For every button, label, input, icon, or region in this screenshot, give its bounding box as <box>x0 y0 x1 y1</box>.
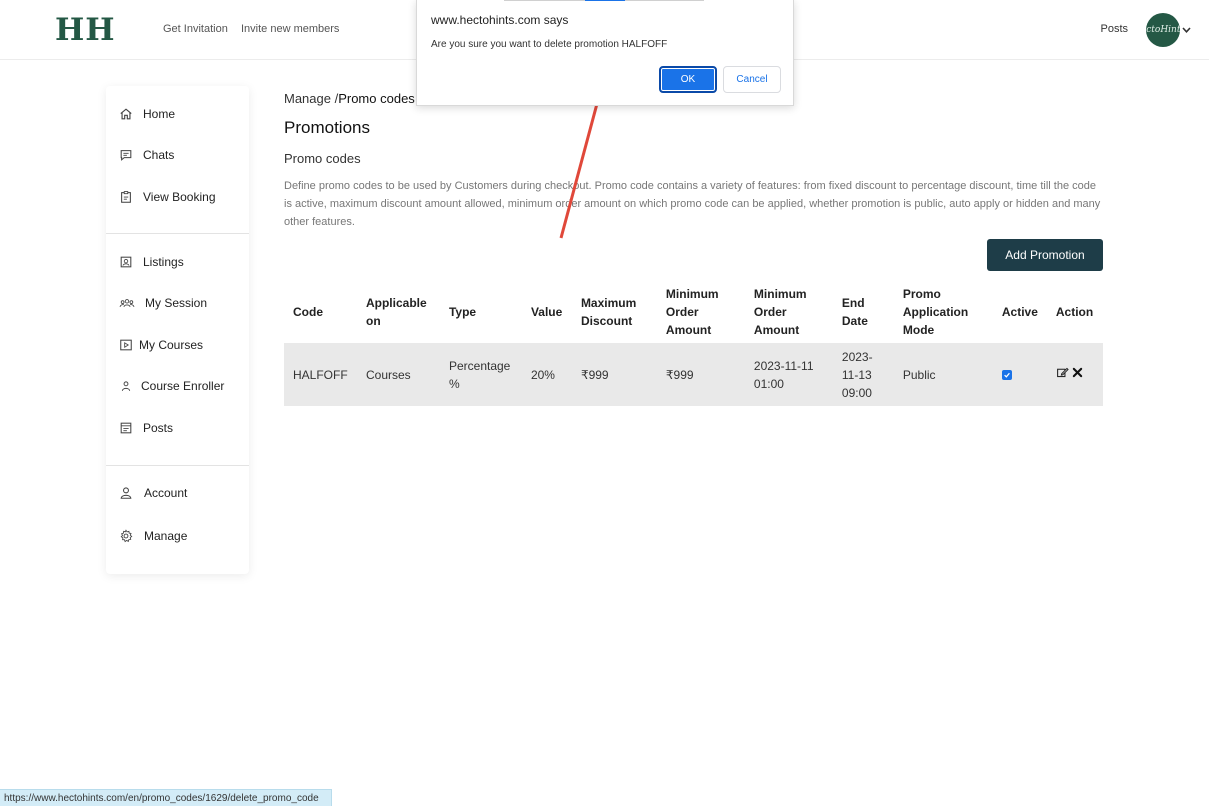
cell-min-order-amount: ₹999 <box>656 343 745 406</box>
table-header-row: Code Applicable on Type Value Maximum Di… <box>284 280 1103 343</box>
sidebar-item-label: My Courses <box>139 338 204 352</box>
delete-icon[interactable] <box>1071 366 1084 379</box>
column-header: Active <box>1001 304 1038 319</box>
column-header: Minimum Order Amount <box>665 286 719 337</box>
page-title: Promotions <box>284 118 370 137</box>
cell-max-discount: ₹999 <box>571 343 657 406</box>
edit-icon[interactable] <box>1056 366 1069 379</box>
breadcrumb-manage[interactable]: Manage / <box>284 91 338 106</box>
sidebar-item-account[interactable]: Account <box>119 483 187 503</box>
column-header: End Date <box>841 295 868 328</box>
sidebar-item-label: My Session <box>145 296 208 310</box>
checkmark-icon <box>1004 372 1010 378</box>
avatar-text: ectoHints <box>1146 25 1180 35</box>
chat-icon <box>119 148 133 162</box>
column-header: Type <box>448 304 477 319</box>
cell-mode: Public <box>893 343 993 406</box>
sidebar-item-manage[interactable]: Manage <box>119 526 187 546</box>
column-header: Value <box>530 304 563 319</box>
sidebar-item-label: Course Enroller <box>141 379 225 393</box>
gear-icon <box>119 529 133 543</box>
column-header: Minimum Order Amount <box>753 286 807 337</box>
sidebar-item-course-enroller[interactable]: Course Enroller <box>119 376 224 396</box>
ok-button[interactable]: OK <box>659 66 717 93</box>
clipboard-icon <box>119 190 133 204</box>
sidebar-divider <box>106 465 249 466</box>
cell-type: Percentage % <box>439 343 522 406</box>
sidebar-item-listings[interactable]: Listings <box>119 252 184 272</box>
cell-active <box>992 343 1047 406</box>
avatar[interactable]: ectoHints <box>1146 13 1180 47</box>
cell-min-order-amount-2: 2023-11-11 01:00 <box>744 343 833 406</box>
page-description: Define promo codes to be used by Custome… <box>284 180 1101 228</box>
confirm-dialog: www.hectohints.com says Are you sure you… <box>416 0 794 106</box>
sidebar-divider <box>106 233 249 234</box>
sidebar-item-label: Account <box>144 486 188 500</box>
add-promotion-button[interactable]: Add Promotion <box>987 239 1103 271</box>
column-header: Promo Application Mode <box>902 286 969 337</box>
cell-end-date: 2023-11-13 09:00 <box>832 343 894 406</box>
home-icon <box>119 107 133 121</box>
sidebar-item-label: Chats <box>143 148 175 162</box>
sidebar-item-label: Posts <box>143 421 174 435</box>
dialog-top-bar-highlight <box>585 0 625 1</box>
column-header: Code <box>293 304 323 319</box>
window-icon <box>119 421 133 435</box>
site-logo[interactable]: HH <box>55 12 116 48</box>
group-icon <box>119 296 135 310</box>
promo-codes-table: Code Applicable on Type Value Maximum Di… <box>284 280 1103 406</box>
chevron-down-icon[interactable] <box>1181 25 1192 35</box>
column-header: Applicable on <box>365 295 427 328</box>
column-header: Maximum Discount <box>580 295 637 328</box>
play-icon <box>119 338 133 352</box>
id-card-icon <box>119 255 133 269</box>
sidebar-item-label: Home <box>143 107 176 121</box>
section-title: Promo codes <box>284 151 361 166</box>
sidebar-item-chats[interactable]: Chats <box>119 145 174 165</box>
sidebar-item-view-booking[interactable]: View Booking <box>119 187 216 207</box>
person-icon <box>119 379 133 393</box>
column-header: Action <box>1055 304 1094 319</box>
cell-action <box>1046 343 1103 406</box>
sidebar-item-label: Manage <box>144 529 188 543</box>
table-row: HALFOFF Courses Percentage % 20% ₹999 ₹9… <box>284 343 1103 406</box>
user-icon <box>119 486 133 500</box>
dialog-title: www.hectohints.com says <box>431 13 569 27</box>
nav-invite-members[interactable]: Invite new members <box>241 23 339 35</box>
status-bar-url: https://www.hectohints.com/en/promo_code… <box>0 789 332 806</box>
sidebar-item-posts[interactable]: Posts <box>119 418 173 438</box>
active-checkbox[interactable] <box>1001 369 1012 380</box>
sidebar-item-my-session[interactable]: My Session <box>119 293 207 313</box>
dialog-message: Are you sure you want to delete promotio… <box>431 39 668 50</box>
nav-get-invitation[interactable]: Get Invitation <box>163 23 228 35</box>
breadcrumb: Manage /Promo codes <box>284 91 415 106</box>
cell-applicable-on: Courses <box>356 343 440 406</box>
sidebar-item-label: View Booking <box>143 190 216 204</box>
breadcrumb-current: Promo codes <box>338 91 415 106</box>
sidebar-item-home[interactable]: Home <box>119 104 175 124</box>
sidebar-item-label: Listings <box>143 255 184 269</box>
cell-value: 20% <box>521 343 572 406</box>
nav-posts[interactable]: Posts <box>1100 23 1128 35</box>
sidebar: Home Chats View Booking Listings My Sess… <box>106 86 249 574</box>
cell-code: HALFOFF <box>284 343 357 406</box>
sidebar-item-my-courses[interactable]: My Courses <box>119 335 203 355</box>
cancel-button[interactable]: Cancel <box>723 66 781 93</box>
